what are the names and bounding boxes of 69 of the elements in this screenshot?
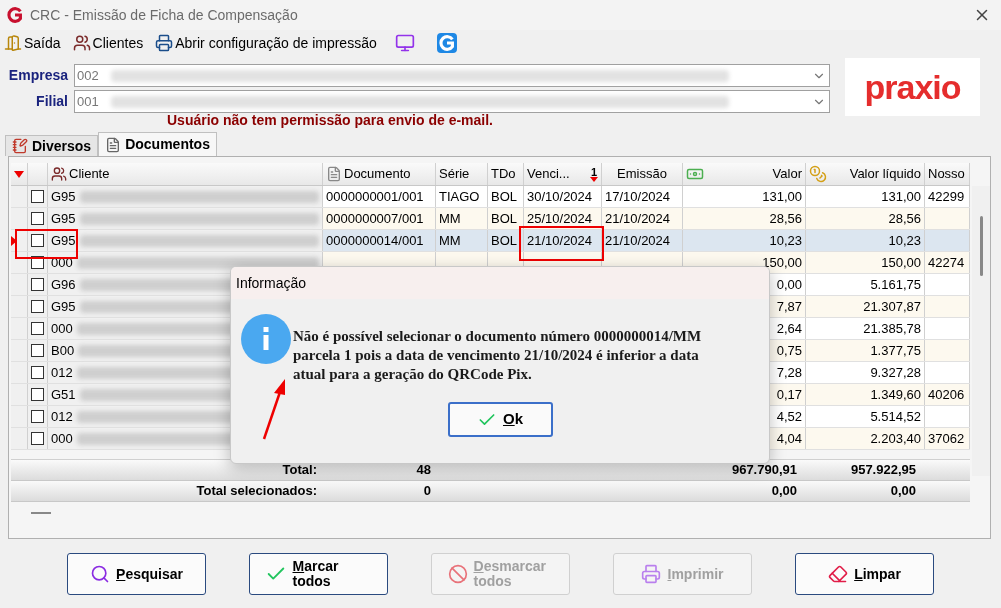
total-value: 957.922,95 — [850, 461, 916, 480]
table-cell-text: 4,52 — [776, 407, 802, 426]
table-cell-text: 21.385,78 — [863, 319, 921, 338]
table-cell-text: 21.307,87 — [863, 297, 921, 316]
table-cell-text: 000 — [51, 429, 73, 448]
table-cell-text: 42299 — [928, 187, 965, 206]
window-title: CRC - Emissão de Ficha de Compensação — [30, 5, 298, 25]
table-cell-text: TIAGO — [439, 187, 480, 206]
table-cell-text: 42274 — [928, 253, 965, 272]
total-value: 0,00 — [771, 482, 797, 501]
table-cell-text: MM — [439, 231, 461, 250]
table-cell-text: G95 — [51, 209, 76, 228]
table-cell-text: 2,64 — [776, 319, 802, 338]
praxio-logo: praxio — [845, 58, 980, 116]
total-count: 0 — [423, 482, 431, 501]
table-cell-text: MM — [439, 209, 461, 228]
table-cell-text: 0000000007/001 — [326, 209, 424, 228]
table-cell-text: B00 — [51, 341, 75, 360]
table-cell-text: 131,00 — [762, 187, 802, 206]
table-cell-text: 10,23 — [888, 231, 921, 250]
table-cell-text: G95 — [51, 187, 76, 206]
table-cell-text: G95 — [51, 231, 76, 250]
field-label: Filial — [35, 92, 69, 111]
table-cell-text: BOL — [491, 209, 517, 228]
table-cell-text: 21/10/2024 — [527, 231, 593, 250]
table-cell-text: 17/10/2024 — [605, 187, 671, 206]
table-cell-text: 7,87 — [776, 297, 802, 316]
table-cell-text: 25/10/2024 — [527, 209, 593, 228]
total-value: 0,00 — [890, 482, 916, 501]
sort-indicator: 1 — [590, 166, 598, 182]
table-cell-text: 012 — [51, 407, 73, 426]
total-value: 967.790,91 — [731, 461, 797, 480]
table-cell-text: G96 — [51, 275, 76, 294]
table-cell-text: 131,00 — [881, 187, 921, 206]
table-cell-text: 1.349,60 — [870, 385, 921, 404]
table-cell-text: 1.377,75 — [870, 341, 921, 360]
table-cell-text: 0,75 — [776, 341, 802, 360]
table-cell-text: 7,28 — [776, 363, 802, 382]
warning-message: Usuário não tem permissão para envio de e-mail. — [167, 111, 493, 130]
table-cell-text: 0000000014/001 — [326, 231, 424, 250]
total-count: 48 — [416, 461, 431, 480]
table-cell-text: 40206 — [928, 385, 965, 404]
table-cell-text: 30/10/2024 — [527, 187, 593, 206]
total-label: Total selecionados: — [196, 482, 317, 501]
table-cell-text: 2.203,40 — [870, 429, 921, 448]
table-cell-text: 21/10/2024 — [605, 231, 671, 250]
table-cell-text: BOL — [491, 187, 517, 206]
table-cell-text: 5.514,52 — [870, 407, 921, 426]
table-cell-text: 21/10/2024 — [605, 209, 671, 228]
field-label: Empresa — [7, 66, 69, 85]
table-cell-text: 10,23 — [769, 231, 802, 250]
table-cell-text: 5.161,75 — [870, 275, 921, 294]
table-cell-text: G95 — [51, 297, 76, 316]
table-cell-text: 000 — [51, 319, 73, 338]
table-cell-text: 012 — [51, 363, 73, 382]
table-cell-text: 150,00 — [881, 253, 921, 272]
table-cell-text: BOL — [491, 231, 517, 250]
table-cell-text: 0,17 — [776, 385, 802, 404]
total-label: Total: — [282, 461, 317, 480]
table-cell-text: 28,56 — [888, 209, 921, 228]
table-cell-text: 37062 — [928, 429, 965, 448]
table-cell-text: 4,04 — [776, 429, 802, 448]
table-cell-text: 150,00 — [762, 253, 802, 272]
table-cell-text: 0000000001/001 — [326, 187, 424, 206]
dialog-title: Informação — [236, 273, 307, 293]
table-cell-text: 9.327,28 — [870, 363, 921, 382]
table-cell-text: 28,56 — [769, 209, 802, 228]
table-cell-text: 0,00 — [776, 275, 802, 294]
table-cell-text: G51 — [51, 385, 76, 404]
